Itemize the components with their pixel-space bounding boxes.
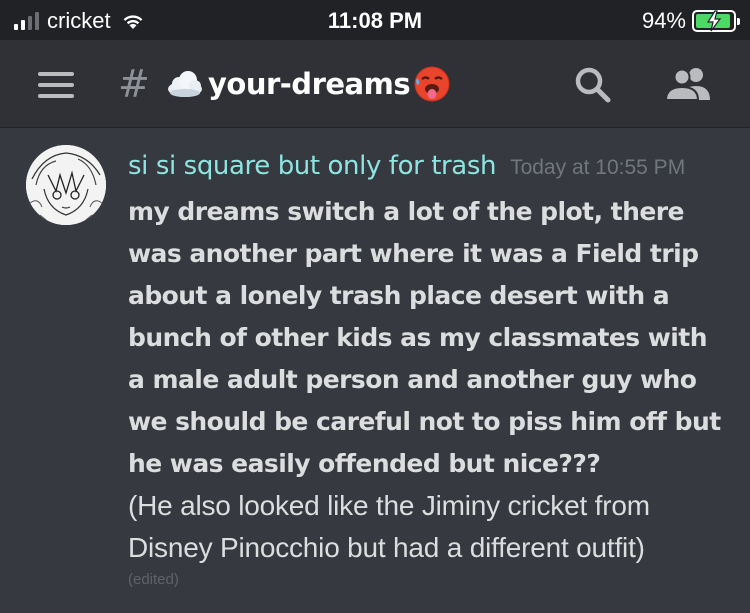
members-icon[interactable] — [664, 66, 714, 102]
channel-header: # your-dreams — [0, 40, 750, 128]
timestamp: Today at 10:55 PM — [510, 156, 686, 179]
message-regular-text: (He also looked like the Jiminy cricket … — [128, 485, 728, 569]
battery-percent: 94% — [641, 8, 686, 33]
edited-label: (edited) — [128, 571, 179, 588]
charging-bolt-icon — [706, 10, 722, 32]
status-time: 11:08 PM — [327, 8, 423, 33]
battery-icon — [692, 10, 740, 32]
message-line: was another part where it was a Field tr… — [128, 239, 699, 268]
message-line: (He also looked like the Jiminy cricket … — [128, 490, 650, 521]
avatar-sketch-image — [26, 145, 106, 225]
username[interactable]: si si square but only for trash — [128, 151, 496, 181]
search-icon[interactable] — [574, 66, 612, 104]
message-line: Disney Pinocchio but had a different out… — [128, 532, 645, 563]
message-bold-text: my dreams switch a lot of the plot, ther… — [128, 191, 728, 485]
avatar[interactable] — [26, 145, 106, 225]
message-line: my dreams switch a lot of the plot, ther… — [128, 197, 684, 226]
channel-name: your-dreams — [208, 67, 411, 101]
channel-hash-icon: # — [118, 62, 150, 106]
message-line: bunch of other kids as my classmates wit… — [128, 323, 708, 352]
hot-face-emoji-icon — [414, 66, 450, 102]
channel-title: your-dreams — [166, 64, 452, 104]
message-content: my dreams switch a lot of the plot, ther… — [128, 191, 728, 588]
message-line: he was easily offended but nice??? — [128, 449, 601, 478]
menu-icon[interactable] — [38, 72, 74, 98]
status-bar: cricket 11:08 PM 94% — [0, 0, 750, 40]
status-right: 94% — [641, 8, 740, 34]
message-line: we should be careful not to piss him off… — [128, 407, 721, 436]
message-header: si si square but only for trash Today at… — [128, 151, 685, 181]
message: si si square but only for trash Today at… — [0, 129, 750, 613]
cloud-emoji-icon — [168, 71, 202, 97]
message-line: about a lonely trash place desert with a — [128, 281, 670, 310]
message-line: a male adult person and another guy who — [128, 365, 697, 394]
